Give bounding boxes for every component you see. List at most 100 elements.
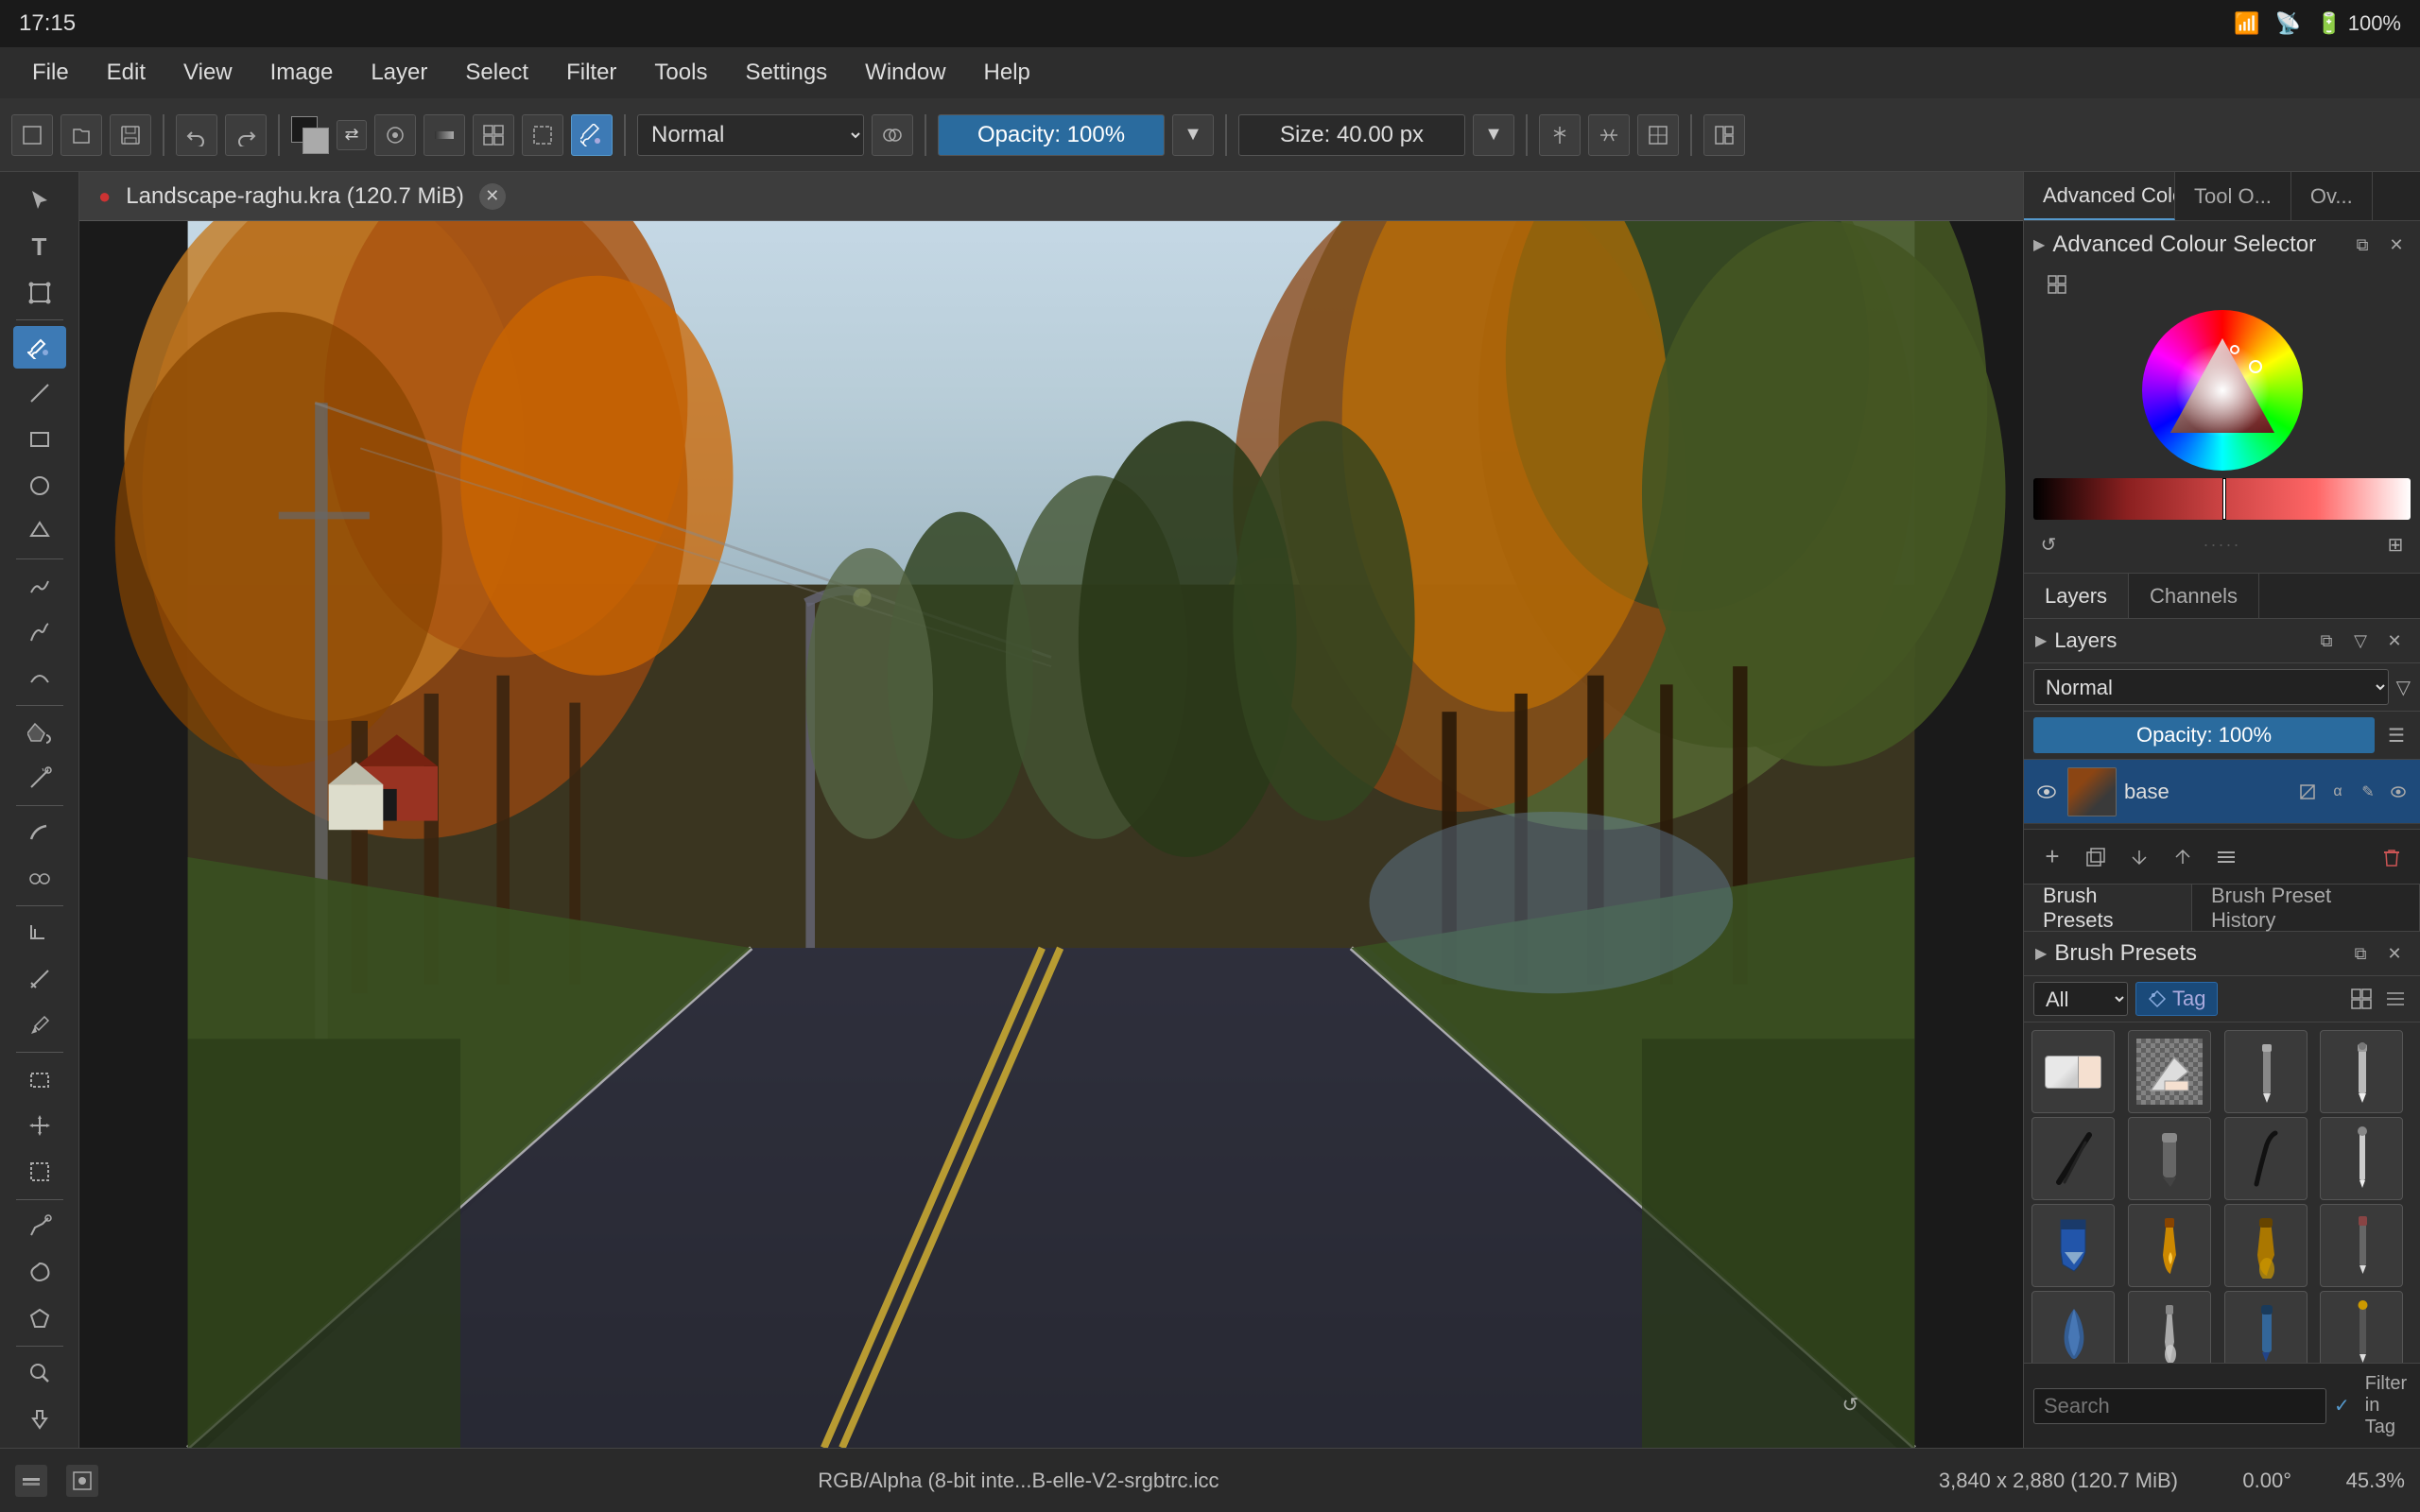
brush-item-pencil-fine[interactable] [2320, 1117, 2403, 1200]
tool-selection-rect[interactable] [13, 1058, 66, 1101]
menu-layer[interactable]: Layer [354, 54, 444, 92]
copy-layer-button[interactable] [2077, 838, 2115, 876]
flip-vertical-button[interactable] [1588, 114, 1630, 156]
layers-sub-tab-layers[interactable]: Layers [2024, 574, 2129, 618]
status-layer-icon[interactable] [15, 1465, 47, 1497]
tool-measure[interactable] [13, 958, 66, 1001]
menu-image[interactable]: Image [253, 54, 351, 92]
brush-settings-button[interactable] [374, 114, 416, 156]
layers-filter-button[interactable]: ▽ [2346, 627, 2375, 655]
blend-mode-select[interactable]: Normal [637, 114, 864, 156]
size-down-button[interactable]: ▼ [1473, 114, 1514, 156]
canvas-content[interactable]: ↺ [79, 221, 2023, 1448]
size-control[interactable]: Size: 40.00 px [1238, 114, 1465, 156]
tool-selection-magic[interactable] [13, 1205, 66, 1247]
layers-close-button[interactable]: ✕ [2380, 627, 2409, 655]
layer-edit-icon[interactable]: ✎ [2356, 780, 2380, 804]
background-color-swatch[interactable] [302, 128, 329, 154]
layer-visibility-toggle[interactable] [2033, 779, 2060, 805]
tool-zoom[interactable] [13, 1351, 66, 1394]
delete-layer-button[interactable] [2373, 838, 2411, 876]
brush-list-view-button[interactable] [2380, 984, 2411, 1014]
color-config-button[interactable]: ⊞ [2380, 529, 2411, 559]
tool-cursor[interactable] [13, 180, 66, 222]
layers-opacity-menu-button[interactable]: ☰ [2382, 721, 2411, 749]
menu-edit[interactable]: Edit [90, 54, 163, 92]
color-panel-float-button[interactable]: ⧉ [2348, 231, 2377, 259]
tool-brush[interactable] [13, 326, 66, 369]
layer-alpha-lock-icon[interactable]: α [2325, 780, 2350, 804]
select-all-button[interactable] [522, 114, 563, 156]
brush-presets-sub-tab-history[interactable]: Brush Preset History [2192, 885, 2420, 931]
tool-circle[interactable] [13, 464, 66, 507]
brush-item-eraser-basic[interactable] [2031, 1030, 2115, 1113]
brush-item-marker-gray[interactable] [2128, 1117, 2211, 1200]
save-document-button[interactable] [110, 114, 151, 156]
menu-view[interactable]: View [166, 54, 250, 92]
tool-polygon[interactable] [13, 510, 66, 553]
layers-float-button[interactable]: ⧉ [2312, 627, 2341, 655]
brush-presets-float-button[interactable]: ⧉ [2346, 939, 2375, 968]
pattern-button[interactable] [473, 114, 514, 156]
move-layer-up-button[interactable] [2164, 838, 2202, 876]
layer-item-base[interactable]: base α ✎ [2024, 760, 2420, 824]
tool-crop[interactable] [13, 912, 66, 954]
tool-pan[interactable] [13, 1398, 66, 1440]
undo-button[interactable] [176, 114, 217, 156]
tool-freehand2[interactable] [13, 610, 66, 653]
canvas-tab-close-button[interactable]: ✕ [479, 183, 506, 210]
layer-properties-button[interactable] [2207, 838, 2245, 876]
layer-visibility-icon[interactable] [2386, 780, 2411, 804]
add-layer-button[interactable]: + [2033, 838, 2071, 876]
tool-freehand3[interactable] [13, 657, 66, 699]
tool-freehand[interactable] [13, 565, 66, 608]
open-document-button[interactable] [60, 114, 102, 156]
panel-tab-overview[interactable]: Ov... [2291, 172, 2373, 220]
tool-fill[interactable] [13, 712, 66, 754]
brush-grid-view-button[interactable] [2346, 984, 2377, 1014]
brush-tool-active[interactable] [571, 114, 613, 156]
brush-item-eraser-checker[interactable] [2128, 1030, 2211, 1113]
menu-select[interactable]: Select [448, 54, 545, 92]
color-refresh-button[interactable]: ↺ [2033, 529, 2064, 559]
tool-move[interactable] [13, 1105, 66, 1147]
brush-filter-select[interactable]: All [2033, 982, 2128, 1016]
color-swatches[interactable] [291, 116, 329, 154]
brush-item-pencil-dark[interactable] [2320, 1291, 2403, 1363]
gradient-button[interactable] [424, 114, 465, 156]
tool-clone[interactable] [13, 858, 66, 901]
color-option-grid-button[interactable] [2043, 270, 2071, 299]
tool-text[interactable]: T [13, 226, 66, 268]
brush-item-calligraphy-black[interactable] [2031, 1117, 2115, 1200]
tool-rectangle[interactable] [13, 419, 66, 461]
brush-search-input[interactable] [2033, 1388, 2326, 1424]
flip-horizontal-button[interactable] [1539, 114, 1581, 156]
layers-blend-mode-select[interactable]: Normal [2033, 669, 2389, 705]
layers-sub-tab-channels[interactable]: Channels [2129, 574, 2259, 618]
menu-file[interactable]: File [15, 54, 86, 92]
color-panel-close-button[interactable]: ✕ [2382, 231, 2411, 259]
brush-item-pencil-gray[interactable] [2224, 1030, 2308, 1113]
tool-smudge[interactable] [13, 812, 66, 854]
blending-icon[interactable] [872, 114, 913, 156]
layer-inherit-alpha-icon[interactable] [2295, 780, 2320, 804]
brush-filter-in-tag-button[interactable]: Filter in Tag [2358, 1369, 2414, 1442]
brush-item-brush-natural[interactable] [2224, 1204, 2308, 1287]
panel-tab-tool[interactable]: Tool O... [2175, 172, 2291, 220]
brush-presets-close-button[interactable]: ✕ [2380, 939, 2409, 968]
tool-transform[interactable] [13, 272, 66, 315]
opacity-control[interactable]: Opacity: 100% [938, 114, 1165, 156]
tool-polygonal-lasso[interactable] [13, 1297, 66, 1340]
menu-tools[interactable]: Tools [637, 54, 724, 92]
tool-selection-transform[interactable] [13, 1151, 66, 1194]
brush-item-watercolor-blue[interactable] [2031, 1291, 2115, 1363]
color-wheel-area[interactable] [2033, 310, 2411, 471]
opacity-down-button[interactable]: ▼ [1172, 114, 1214, 156]
menu-filter[interactable]: Filter [549, 54, 633, 92]
brush-item-ink-pen-blue[interactable] [2224, 1291, 2308, 1363]
color-panel-expand-icon[interactable]: ▶ [2033, 235, 2045, 254]
color-wheel[interactable] [2142, 310, 2303, 471]
brush-item-brush-light[interactable] [2128, 1291, 2211, 1363]
brush-presets-expand-icon[interactable]: ▶ [2035, 944, 2047, 963]
tool-line[interactable] [13, 372, 66, 415]
